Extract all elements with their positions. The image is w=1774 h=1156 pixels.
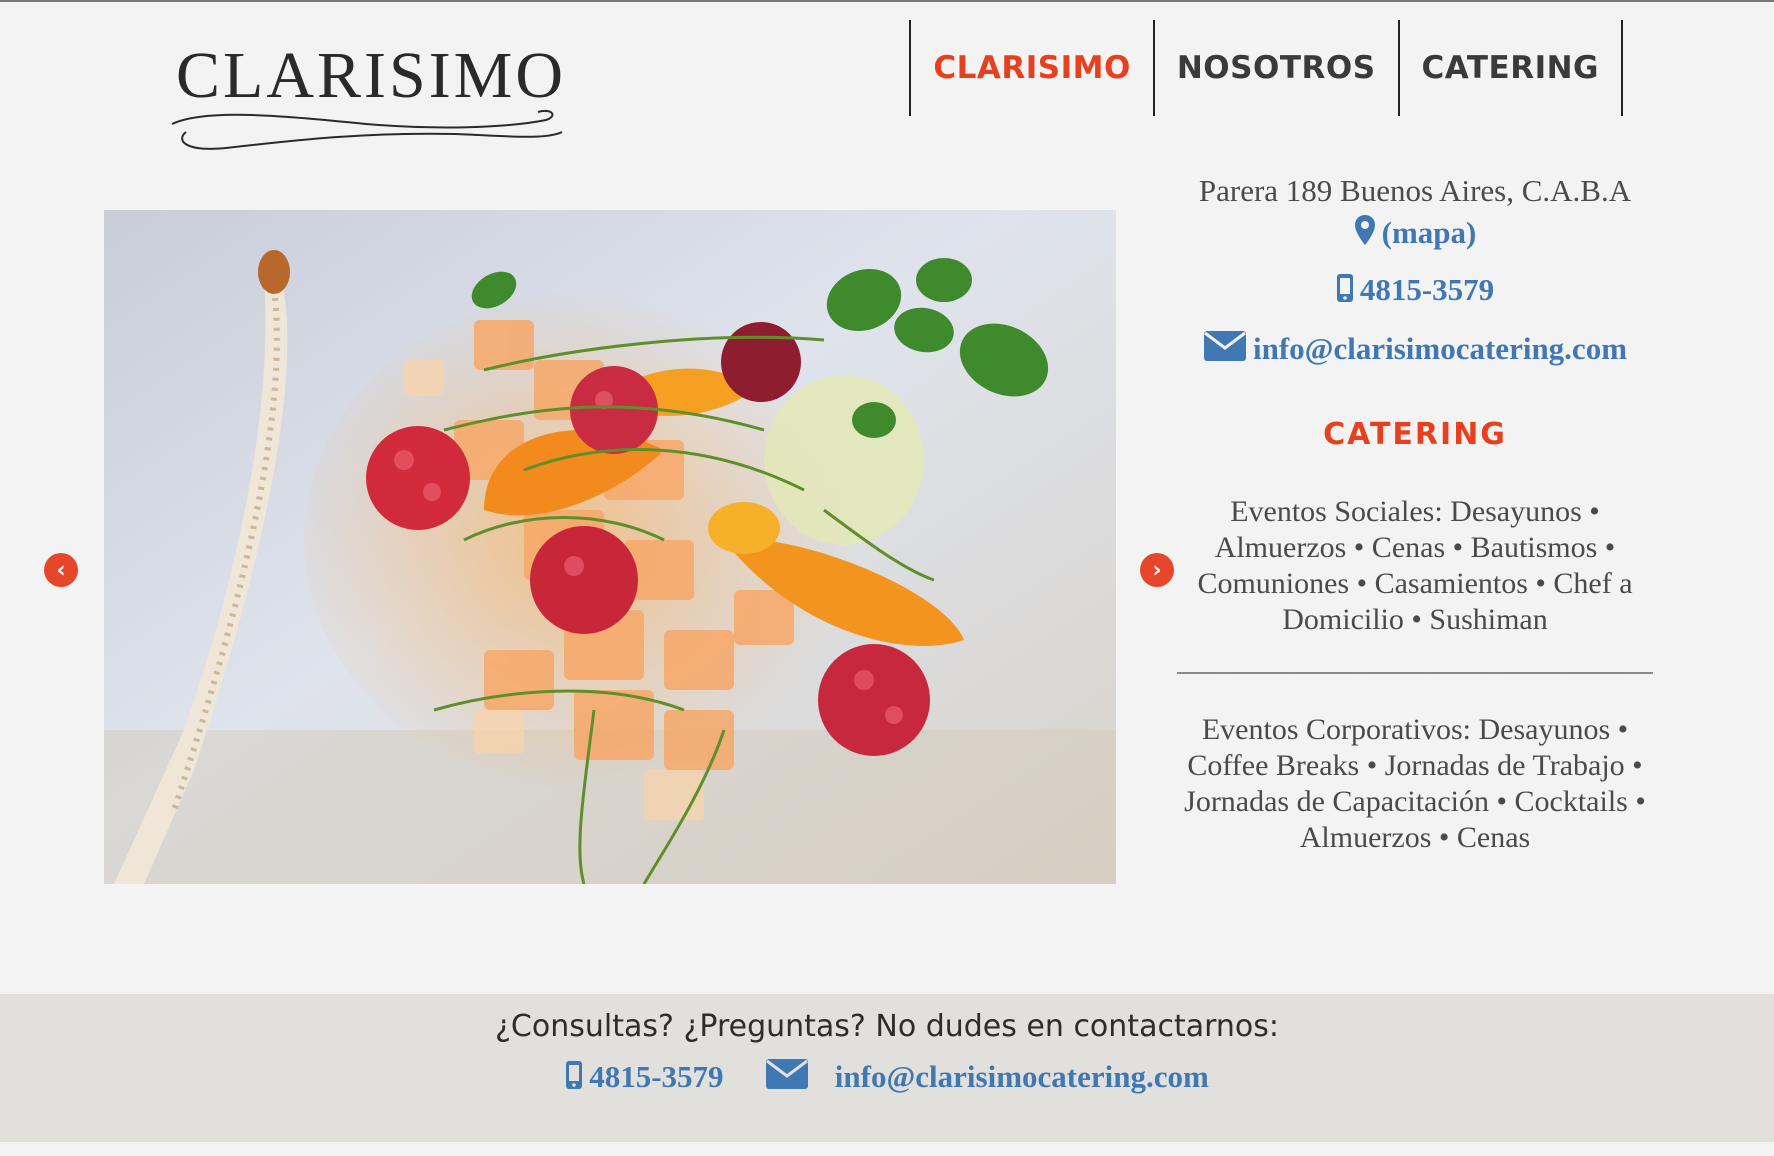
footer-title: ¿Consultas? ¿Preguntas? No dudes en cont…	[495, 1009, 1279, 1044]
footer-phone-link[interactable]: 4815-3579	[589, 1059, 723, 1094]
phone-link[interactable]: 4815-3579	[1360, 272, 1494, 307]
email-row: info@clarisimocatering.com	[1170, 326, 1660, 375]
envelope-icon	[1203, 329, 1247, 375]
logo-flourish	[171, 110, 563, 150]
top-rule	[0, 0, 1774, 2]
dessert-photo	[104, 210, 1116, 884]
footer-links: 4815-3579 info@clarisimocatering.com	[0, 1056, 1774, 1101]
nav-item-clarisimo[interactable]: CLARISIMO	[911, 20, 1155, 116]
map-pin-icon	[1354, 213, 1376, 259]
map-row: (mapa)	[1170, 210, 1660, 259]
nav-item-nosotros[interactable]: NOSOTROS	[1155, 20, 1400, 116]
main-nav: CLARISIMO NOSOTROS CATERING	[909, 20, 1623, 116]
chevron-right-icon: ›	[1152, 557, 1162, 583]
slider-next-button[interactable]: ›	[1140, 553, 1174, 587]
mobile-phone-icon	[1336, 270, 1354, 316]
envelope-icon	[765, 1058, 809, 1101]
slider-prev-button[interactable]: ‹	[44, 553, 78, 587]
social-events-text: Eventos Sociales: Desayunos • Almuerzos …	[1197, 494, 1633, 636]
section-divider	[1177, 671, 1653, 674]
corporate-events-text: Eventos Corporativos: Desayunos • Coffee…	[1184, 712, 1646, 854]
catering-title: CATERING	[1323, 416, 1507, 452]
chevron-left-icon: ‹	[56, 557, 66, 583]
slide-image	[104, 210, 1116, 884]
contact-panel: Parera 189 Buenos Aires, C.A.B.A (mapa) …	[1170, 168, 1660, 856]
mobile-phone-icon	[565, 1059, 583, 1101]
nav-item-catering[interactable]: CATERING	[1400, 20, 1623, 116]
address: Parera 189 Buenos Aires, C.A.B.A	[1198, 173, 1632, 208]
phone-row: 4815-3579	[1170, 267, 1660, 316]
bottom-strip	[0, 1142, 1774, 1156]
map-link[interactable]: (mapa)	[1382, 215, 1477, 250]
footer-email-link[interactable]: info@clarisimocatering.com	[835, 1059, 1209, 1094]
email-link[interactable]: info@clarisimocatering.com	[1253, 331, 1627, 366]
footer-contact: ¿Consultas? ¿Preguntas? No dudes en cont…	[0, 994, 1774, 1142]
logo[interactable]: CLARISIMO	[166, 28, 566, 158]
